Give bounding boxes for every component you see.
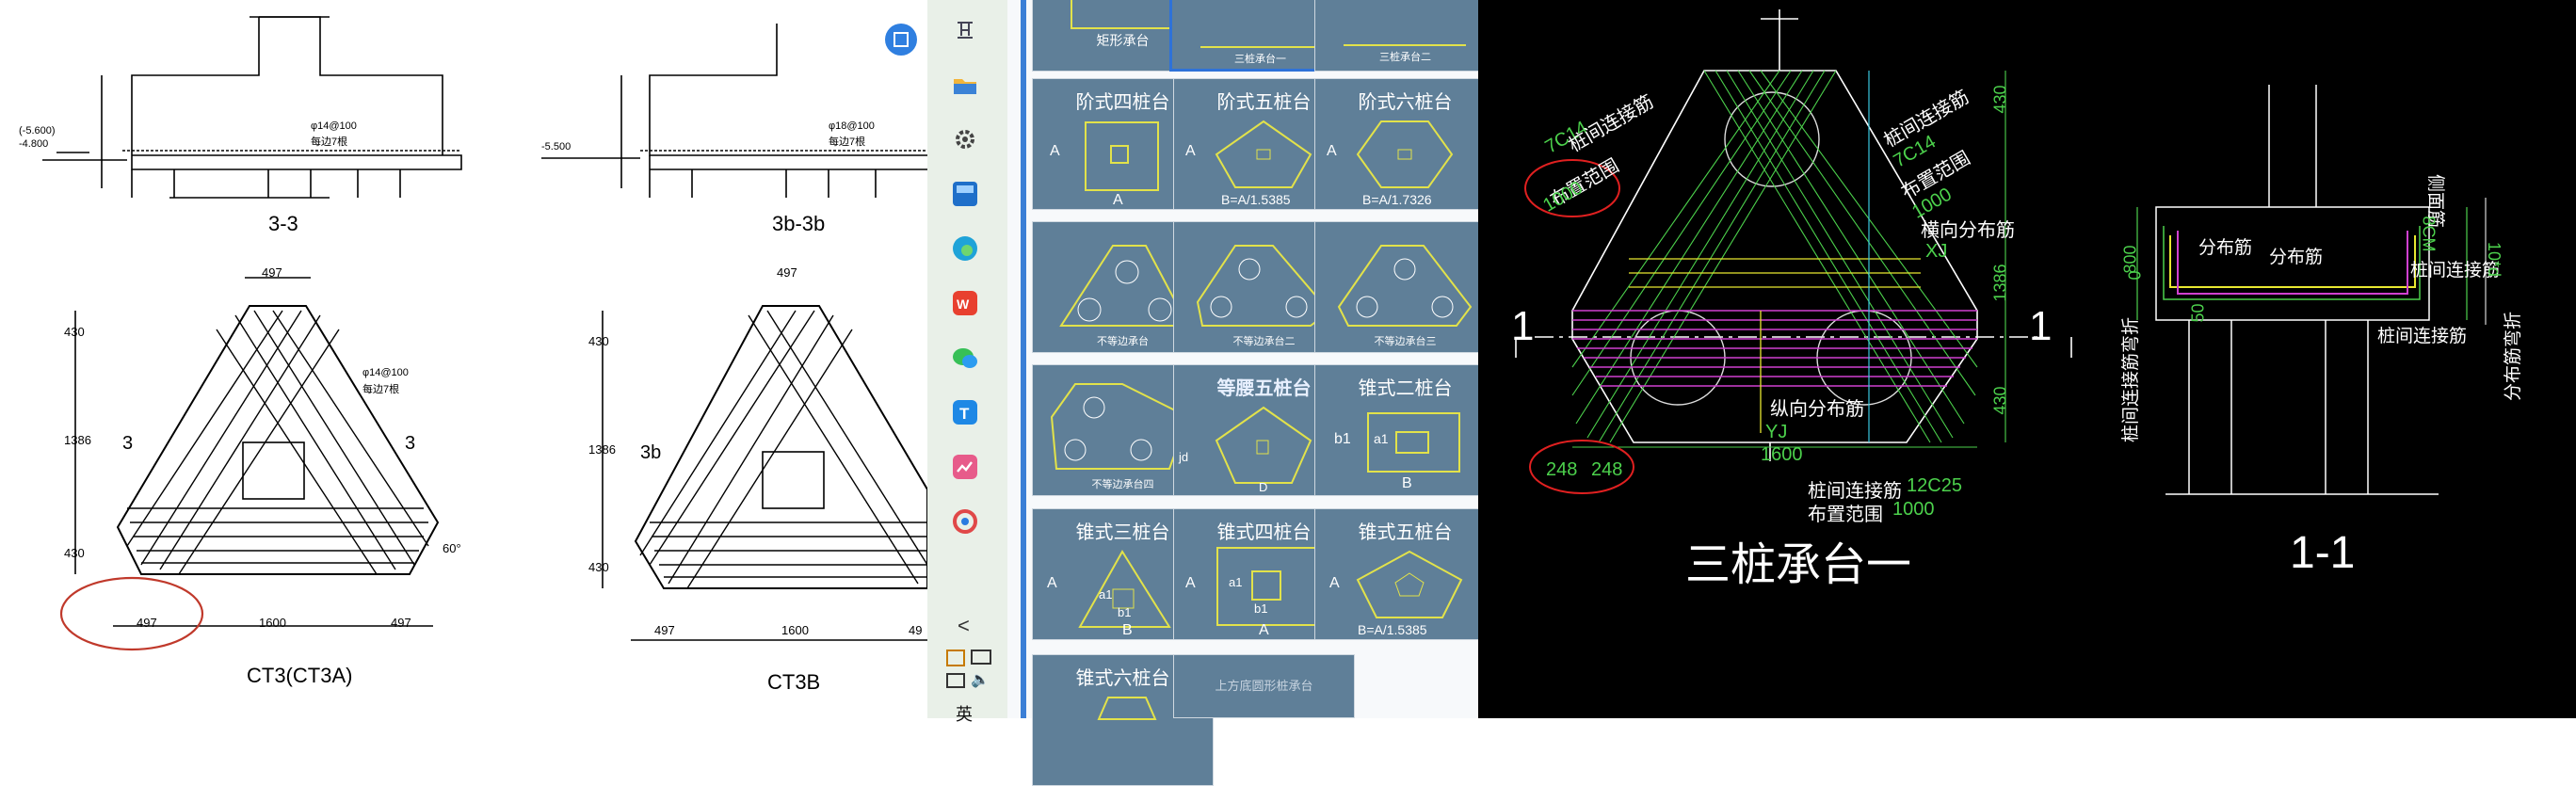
cad-text: 12C25 [1907, 475, 1962, 496]
rebar-label: φ14@100 [362, 367, 409, 378]
component-palette: 矩形承台 三桩承台一 三桩承台二 阶式四桩台 A A 阶式五桩台 A B=A/1… [1007, 0, 1496, 786]
cad-text: 分布筋 [2269, 248, 2324, 267]
palette-item-step6[interactable]: 阶式六桩台 A B=A/1.7326 [1314, 78, 1496, 210]
cut-mark: 3 [405, 433, 416, 454]
dim-text: 50 [2188, 303, 2208, 323]
dim-text: 49 [909, 623, 923, 637]
gear-icon[interactable] [942, 117, 988, 162]
calculator-icon[interactable] [942, 171, 988, 217]
wechat-icon[interactable] [942, 335, 988, 380]
dim-text: 248 [1591, 459, 1623, 480]
folder-icon[interactable] [942, 62, 988, 107]
cad-text: 布置范围 [1808, 505, 1883, 525]
dim-text: 0 [2125, 270, 2145, 281]
dim-text: 430 [1990, 85, 2010, 114]
speaker-icon[interactable]: 🔈 [971, 670, 990, 689]
palette-item-cone5[interactable]: 锥式五桩台 A B=A/1.5385 [1314, 508, 1496, 640]
ime-indicator[interactable]: 英 [956, 701, 973, 726]
rebar-note: 每边7根 [362, 384, 400, 395]
cad-text: 横向分布筋 [1921, 220, 2015, 241]
svg-text:T: T [959, 405, 970, 423]
dim-text: 497 [654, 623, 675, 637]
edge-icon[interactable] [942, 226, 988, 271]
dim-text: 1386 [1990, 264, 2010, 302]
collapse-button[interactable]: < [958, 614, 970, 638]
dim-text: 497 [777, 265, 797, 280]
wps-icon[interactable]: W [942, 281, 988, 326]
text-app-icon[interactable]: T [942, 390, 988, 435]
side-toolbar: W T < 🔈 英 [927, 0, 1007, 724]
cad-text: 桩间连接筋弯折 [2121, 316, 2142, 443]
rebar-label: φ14@100 [311, 120, 357, 132]
dim-text: 430 [588, 334, 609, 348]
cad-text: 1000 [1892, 499, 1935, 520]
cut-mark: 3b [640, 442, 662, 463]
cad-text: YJ [1765, 422, 1788, 442]
section-mark: 1 [2029, 303, 2053, 349]
chart-app-icon[interactable] [942, 444, 988, 489]
dim-text: 430 [64, 325, 85, 339]
drawing-sheet: 3-3 (-5.600) -4.800 φ14@100 每边7根 3b-3b -… [0, 0, 928, 718]
dim-text: 1600 [781, 623, 809, 637]
dim-text: 497 [137, 616, 157, 630]
level-label: -4.800 [19, 138, 49, 150]
rebar-note: 每边7根 [311, 136, 348, 148]
plan-title: 三桩承台一 [1685, 540, 1912, 590]
dim-text: 1600 [259, 616, 286, 630]
rebar-label: φ18@100 [829, 120, 875, 132]
dim-text: 248 [1546, 459, 1578, 480]
cad-preview: 7C14 桩间连接筋 布置范围 1000 桩间连接筋 7C14 布置范围 100… [1478, 0, 2576, 718]
dim-text: 497 [391, 616, 411, 630]
cad-text: 8CM [2419, 216, 2439, 252]
section-title: 1-1 [2290, 528, 2356, 578]
dim-text: 1386 [588, 442, 616, 457]
tools-icon[interactable] [942, 499, 988, 544]
palette-item-uneq3[interactable]: 不等边承台三 [1314, 221, 1496, 353]
pin-icon[interactable] [942, 8, 988, 53]
red-circle-annotation [59, 576, 204, 651]
palette-item-3pile-2[interactable]: 三桩承台二 [1314, 0, 1496, 72]
cut-mark: 3 [122, 433, 134, 454]
section-title-3b-3b: 3b-3b [772, 212, 826, 235]
dim-text: 800 [2120, 245, 2140, 274]
dim-text: 10*d [2485, 241, 2504, 278]
dim-text: 430 [1990, 386, 2010, 415]
svg-text:W: W [957, 297, 970, 312]
section-mark: 1 [1511, 303, 1535, 349]
dim-text: 430 [588, 560, 609, 574]
plan-title-ct3: CT3(CT3A) [247, 664, 353, 687]
battery-icon[interactable] [971, 650, 991, 665]
palette-item-cone2[interactable]: 锥式二桩台 a1 b1 B [1314, 364, 1496, 496]
level-label: -5.500 [541, 141, 572, 152]
palette-item-round-bottom[interactable]: 上方底圆形桩承台 [1173, 654, 1355, 718]
screenshot-icon [894, 32, 909, 47]
drawing-canvas [42, 16, 928, 651]
tray-icon[interactable] [946, 650, 965, 666]
cad-text: 纵向分布筋 [1770, 399, 1864, 420]
cad-text: 桩间连接筋 [2377, 327, 2468, 346]
dim-text: 1600 [1761, 444, 1803, 465]
dim-text: 1386 [64, 433, 91, 447]
angle-text: 60° [443, 541, 461, 555]
level-label: (-5.600) [19, 125, 56, 136]
float-action-button[interactable] [885, 24, 917, 56]
rebar-note: 每边7根 [829, 136, 866, 148]
cad-text: 分布筋弯折 [2504, 311, 2524, 402]
section-title-3-3: 3-3 [268, 212, 298, 235]
monitor-icon[interactable] [946, 673, 965, 688]
cad-text: XJ [1925, 241, 1948, 262]
cad-text: 分布筋 [2198, 238, 2253, 258]
plan-title-ct3b: CT3B [767, 670, 821, 694]
dim-text: 430 [64, 546, 85, 560]
dim-text: 497 [262, 265, 282, 280]
